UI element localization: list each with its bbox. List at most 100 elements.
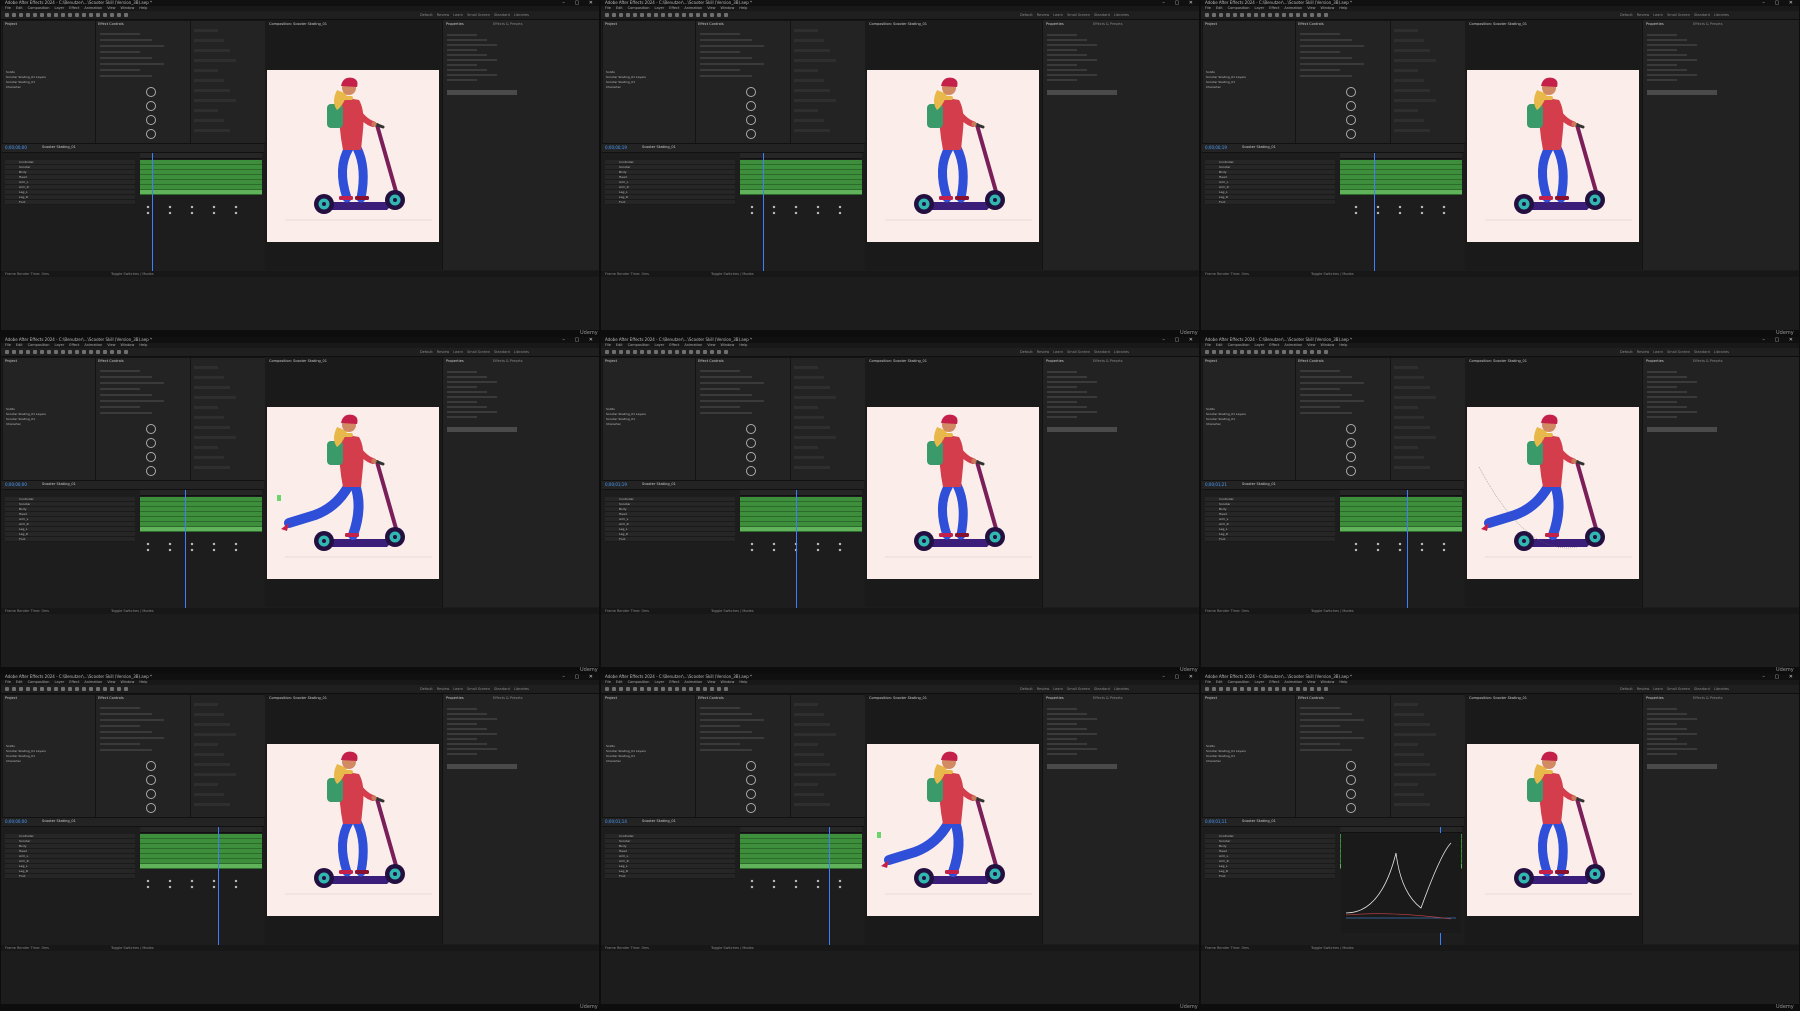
- comp-canvas[interactable]: [867, 70, 1039, 242]
- effect-list-item[interactable]: [194, 69, 218, 72]
- effect-list-item[interactable]: [194, 456, 224, 459]
- keyframe[interactable]: [772, 211, 776, 215]
- keyframe[interactable]: [794, 879, 798, 883]
- tool-icon[interactable]: [1282, 350, 1286, 354]
- tool-icon[interactable]: [1205, 13, 1209, 17]
- workspace-standard[interactable]: Standard: [1094, 12, 1110, 18]
- tool-icon[interactable]: [1268, 687, 1272, 691]
- tool-icon[interactable]: [696, 350, 700, 354]
- current-timecode[interactable]: 0;00;00;00: [5, 819, 27, 824]
- tool-icon[interactable]: [640, 13, 644, 17]
- property-row[interactable]: [447, 54, 487, 56]
- effect-property-row[interactable]: [1300, 376, 1352, 378]
- layer-contents-selected[interactable]: [447, 90, 517, 95]
- playhead[interactable]: [152, 153, 153, 271]
- effect-list-item[interactable]: [194, 763, 230, 766]
- tool-icon[interactable]: [1205, 350, 1209, 354]
- tool-icon[interactable]: [710, 13, 714, 17]
- rotation-dial[interactable]: [146, 438, 156, 448]
- comp-canvas[interactable]: [867, 407, 1039, 579]
- workspace-standard[interactable]: Standard: [1694, 349, 1710, 355]
- workspace-libraries[interactable]: Libraries: [1714, 349, 1729, 355]
- property-row[interactable]: [447, 713, 487, 715]
- toggle-switches-button[interactable]: Toggle Switches / Modes: [711, 945, 754, 951]
- workspace-small-screen[interactable]: Small Screen: [467, 12, 490, 18]
- effect-list-item[interactable]: [1394, 803, 1430, 806]
- property-row[interactable]: [447, 753, 477, 755]
- keyframe[interactable]: [146, 211, 150, 215]
- effect-list-item[interactable]: [794, 466, 830, 469]
- effect-property-row[interactable]: [100, 51, 140, 53]
- tool-icon[interactable]: [661, 350, 665, 354]
- effect-list-item[interactable]: [1394, 366, 1418, 369]
- composition-tab[interactable]: Composition: Scooter Skating_01: [269, 359, 327, 363]
- effect-property-row[interactable]: [100, 731, 152, 733]
- property-row[interactable]: [447, 733, 497, 735]
- effect-list-item[interactable]: [794, 743, 818, 746]
- property-row[interactable]: [1647, 49, 1677, 51]
- layer-contents-selected[interactable]: [1647, 427, 1717, 432]
- effects-presets-tab[interactable]: Effects & Presets: [493, 359, 523, 363]
- keyframe[interactable]: [190, 548, 194, 552]
- property-row[interactable]: [1047, 738, 1077, 740]
- effect-list-item[interactable]: [194, 703, 218, 706]
- toggle-switches-button[interactable]: Toggle Switches / Modes: [711, 608, 754, 614]
- current-timecode[interactable]: 0;00;01;21: [1205, 482, 1227, 487]
- effect-list-item[interactable]: [794, 783, 818, 786]
- effect-property-row[interactable]: [700, 725, 740, 727]
- tool-icon[interactable]: [689, 350, 693, 354]
- keyframe[interactable]: [1376, 211, 1380, 215]
- tool-icon[interactable]: [40, 687, 44, 691]
- rotation-dial[interactable]: [746, 452, 756, 462]
- keyframe[interactable]: [772, 542, 776, 546]
- keyframe[interactable]: [838, 542, 842, 546]
- effect-list-item[interactable]: [1394, 723, 1430, 726]
- tool-icon[interactable]: [26, 687, 30, 691]
- tool-icon[interactable]: [1212, 687, 1216, 691]
- keyframe[interactable]: [838, 879, 842, 883]
- tool-icon[interactable]: [654, 350, 658, 354]
- tool-icon[interactable]: [1268, 13, 1272, 17]
- property-row[interactable]: [1647, 381, 1697, 383]
- time-ruler[interactable]: [740, 490, 862, 496]
- project-item[interactable]: Scooter Skating_01 Layers: [1206, 750, 1286, 753]
- effect-list-item[interactable]: [1394, 386, 1430, 389]
- tool-icon[interactable]: [1247, 13, 1251, 17]
- effect-property-row[interactable]: [100, 400, 164, 402]
- property-row[interactable]: [1647, 733, 1697, 735]
- tool-icon[interactable]: [124, 350, 128, 354]
- timeline-tab[interactable]: Scooter Skating_01: [42, 819, 76, 823]
- tool-icon[interactable]: [605, 13, 609, 17]
- effect-controls-tab[interactable]: Effect Controls: [698, 359, 724, 363]
- keyframe[interactable]: [772, 885, 776, 889]
- effect-property-row[interactable]: [100, 370, 140, 372]
- tool-icon[interactable]: [47, 13, 51, 17]
- effect-property-row[interactable]: [100, 713, 152, 715]
- effect-list-item[interactable]: [194, 793, 224, 796]
- effect-list-item[interactable]: [794, 733, 836, 736]
- property-row[interactable]: [1047, 401, 1077, 403]
- tool-icon[interactable]: [647, 687, 651, 691]
- tool-icon[interactable]: [724, 350, 728, 354]
- workspace-review[interactable]: Review: [437, 12, 450, 18]
- project-item[interactable]: Solids: [1206, 745, 1286, 748]
- timeline-tab[interactable]: Scooter Skating_01: [42, 482, 76, 486]
- effect-property-row[interactable]: [1300, 388, 1340, 390]
- property-row[interactable]: [1647, 738, 1677, 740]
- rotation-dial[interactable]: [146, 466, 156, 476]
- timeline-tab[interactable]: Scooter Skating_01: [642, 482, 676, 486]
- keyframe[interactable]: [750, 542, 754, 546]
- tool-icon[interactable]: [47, 350, 51, 354]
- effect-property-row[interactable]: [1300, 743, 1340, 745]
- effect-property-row[interactable]: [700, 75, 752, 77]
- workspace-libraries[interactable]: Libraries: [1714, 12, 1729, 18]
- keyframe[interactable]: [772, 548, 776, 552]
- project-tab[interactable]: Project: [605, 359, 617, 363]
- rotation-dial[interactable]: [1346, 129, 1356, 139]
- effect-property-row[interactable]: [100, 707, 140, 709]
- property-row[interactable]: [1047, 371, 1077, 373]
- tool-icon[interactable]: [1205, 687, 1209, 691]
- keyframe[interactable]: [212, 205, 216, 209]
- effect-list-item[interactable]: [794, 366, 818, 369]
- keyframe[interactable]: [190, 211, 194, 215]
